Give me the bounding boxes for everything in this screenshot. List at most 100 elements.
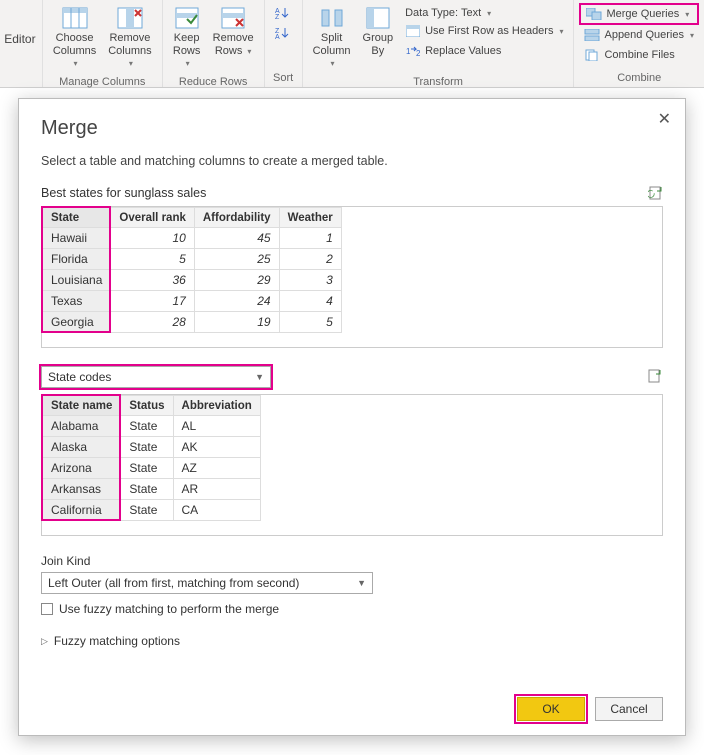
table-cell[interactable]: 28 xyxy=(111,312,194,333)
group-reduce-rows: KeepRows ▾ RemoveRows ▾ Reduce Rows xyxy=(163,0,265,87)
table-cell[interactable]: 2 xyxy=(279,249,341,270)
append-queries-label: Append Queries xyxy=(604,29,684,41)
table-cell[interactable]: 1 xyxy=(279,228,341,249)
table-cell[interactable]: Alaska xyxy=(43,437,121,458)
column-header[interactable]: Weather xyxy=(279,208,341,228)
merge-queries-button[interactable]: Merge Queries▾ xyxy=(580,4,698,24)
table-row[interactable]: Louisiana36293 xyxy=(43,270,342,291)
choose-columns-button[interactable]: ChooseColumns ▾ xyxy=(47,2,102,74)
table2-selector[interactable]: State codes ▼ xyxy=(41,366,271,388)
svg-text:2: 2 xyxy=(416,49,420,57)
table-cell[interactable]: 24 xyxy=(194,291,279,312)
table-row[interactable]: Texas17244 xyxy=(43,291,342,312)
data-type-button[interactable]: Data Type: Text▾ xyxy=(401,6,567,20)
table-cell[interactable]: Texas xyxy=(43,291,111,312)
table-cell[interactable]: AR xyxy=(173,479,260,500)
table-cell[interactable]: 25 xyxy=(194,249,279,270)
replace-values-icon: 12 xyxy=(405,43,421,59)
table-row[interactable]: Hawaii10451 xyxy=(43,228,342,249)
table-cell[interactable]: Florida xyxy=(43,249,111,270)
table-cell[interactable]: 5 xyxy=(111,249,194,270)
ok-button[interactable]: OK xyxy=(517,697,585,721)
merge-queries-icon xyxy=(586,6,602,22)
split-column-icon xyxy=(318,6,346,30)
table-row[interactable]: AlabamaStateAL xyxy=(43,416,261,437)
table-cell[interactable]: Arkansas xyxy=(43,479,121,500)
group-manage-columns: ChooseColumns ▾ RemoveColumns ▾ Manage C… xyxy=(43,0,163,87)
column-header[interactable]: Overall rank xyxy=(111,208,194,228)
cancel-button[interactable]: Cancel xyxy=(595,697,663,721)
keep-rows-button[interactable]: KeepRows ▾ xyxy=(167,2,207,74)
table-row[interactable]: Georgia28195 xyxy=(43,312,342,333)
column-header[interactable]: State name xyxy=(43,396,121,416)
table-cell[interactable]: State xyxy=(121,479,173,500)
table-cell[interactable]: AK xyxy=(173,437,260,458)
table2-selector-value: State codes xyxy=(48,370,111,384)
table-cell[interactable]: Hawaii xyxy=(43,228,111,249)
table1[interactable]: StateOverall rankAffordabilityWeatherHaw… xyxy=(42,207,342,333)
sort-asc-icon: AZ xyxy=(275,5,291,21)
column-header[interactable]: Affordability xyxy=(194,208,279,228)
table-cell[interactable]: 10 xyxy=(111,228,194,249)
join-kind-label: Join Kind xyxy=(41,554,663,568)
table-row[interactable]: Florida5252 xyxy=(43,249,342,270)
fuzzy-matching-checkbox-row[interactable]: Use fuzzy matching to perform the merge xyxy=(41,602,663,616)
svg-text:A: A xyxy=(275,34,280,40)
table-row[interactable]: CaliforniaStateCA xyxy=(43,500,261,521)
table-cell[interactable]: 45 xyxy=(194,228,279,249)
table-cell[interactable]: California xyxy=(43,500,121,521)
refresh-icon-2[interactable] xyxy=(647,368,663,384)
fuzzy-matching-label: Use fuzzy matching to perform the merge xyxy=(59,602,279,616)
table-cell[interactable]: State xyxy=(121,437,173,458)
group-by-button[interactable]: GroupBy xyxy=(357,2,400,61)
table2[interactable]: State nameStatusAbbreviationAlabamaState… xyxy=(42,395,261,521)
table-cell[interactable]: Arizona xyxy=(43,458,121,479)
remove-columns-label: RemoveColumns ▾ xyxy=(108,32,151,70)
group-by-label: GroupBy xyxy=(363,32,394,57)
svg-text:Z: Z xyxy=(275,14,280,20)
table-cell[interactable]: AL xyxy=(173,416,260,437)
table-row[interactable]: ArkansasStateAR xyxy=(43,479,261,500)
table-cell[interactable]: Alabama xyxy=(43,416,121,437)
replace-values-button[interactable]: 12 Replace Values xyxy=(401,42,567,60)
sort-asc-button[interactable]: AZ xyxy=(271,4,295,22)
chevron-right-icon: ▷ xyxy=(41,637,48,646)
table-cell[interactable]: 19 xyxy=(194,312,279,333)
table-cell[interactable]: 3 xyxy=(279,270,341,291)
table-cell[interactable]: 4 xyxy=(279,291,341,312)
table-row[interactable]: AlaskaStateAK xyxy=(43,437,261,458)
column-header[interactable]: State xyxy=(43,208,111,228)
choose-columns-icon xyxy=(61,6,89,30)
group-transform: SplitColumn ▾ GroupBy Data Type: Text▾ U… xyxy=(303,0,575,87)
remove-rows-icon xyxy=(219,6,247,30)
table2-preview: State nameStatusAbbreviationAlabamaState… xyxy=(41,394,663,536)
join-kind-selector[interactable]: Left Outer (all from first, matching fro… xyxy=(41,572,373,594)
table-cell[interactable]: State xyxy=(121,458,173,479)
table-cell[interactable]: CA xyxy=(173,500,260,521)
chevron-down-icon: ▼ xyxy=(255,373,264,382)
chevron-down-icon: ▼ xyxy=(357,579,366,588)
append-queries-button[interactable]: Append Queries▾ xyxy=(580,26,698,44)
table-cell[interactable]: Georgia xyxy=(43,312,111,333)
split-column-button[interactable]: SplitColumn ▾ xyxy=(307,2,357,74)
table-cell[interactable]: 5 xyxy=(279,312,341,333)
table-cell[interactable]: State xyxy=(121,500,173,521)
table-cell[interactable]: State xyxy=(121,416,173,437)
sort-desc-button[interactable]: ZA xyxy=(271,24,295,42)
first-row-headers-button[interactable]: Use First Row as Headers▾ xyxy=(401,22,567,40)
table-cell[interactable]: 17 xyxy=(111,291,194,312)
table-cell[interactable]: 29 xyxy=(194,270,279,291)
column-header[interactable]: Status xyxy=(121,396,173,416)
remove-rows-button[interactable]: RemoveRows ▾ xyxy=(207,2,260,61)
combine-files-button[interactable]: Combine Files xyxy=(580,46,698,64)
column-header[interactable]: Abbreviation xyxy=(173,396,260,416)
table-cell[interactable]: Louisiana xyxy=(43,270,111,291)
table-cell[interactable]: 36 xyxy=(111,270,194,291)
close-button[interactable]: ✕ xyxy=(658,109,671,129)
refresh-icon[interactable] xyxy=(648,185,664,201)
fuzzy-options-toggle[interactable]: ▷ Fuzzy matching options xyxy=(41,634,663,648)
remove-columns-button[interactable]: RemoveColumns ▾ xyxy=(102,2,157,74)
checkbox-icon xyxy=(41,603,53,615)
table-row[interactable]: ArizonaStateAZ xyxy=(43,458,261,479)
table-cell[interactable]: AZ xyxy=(173,458,260,479)
